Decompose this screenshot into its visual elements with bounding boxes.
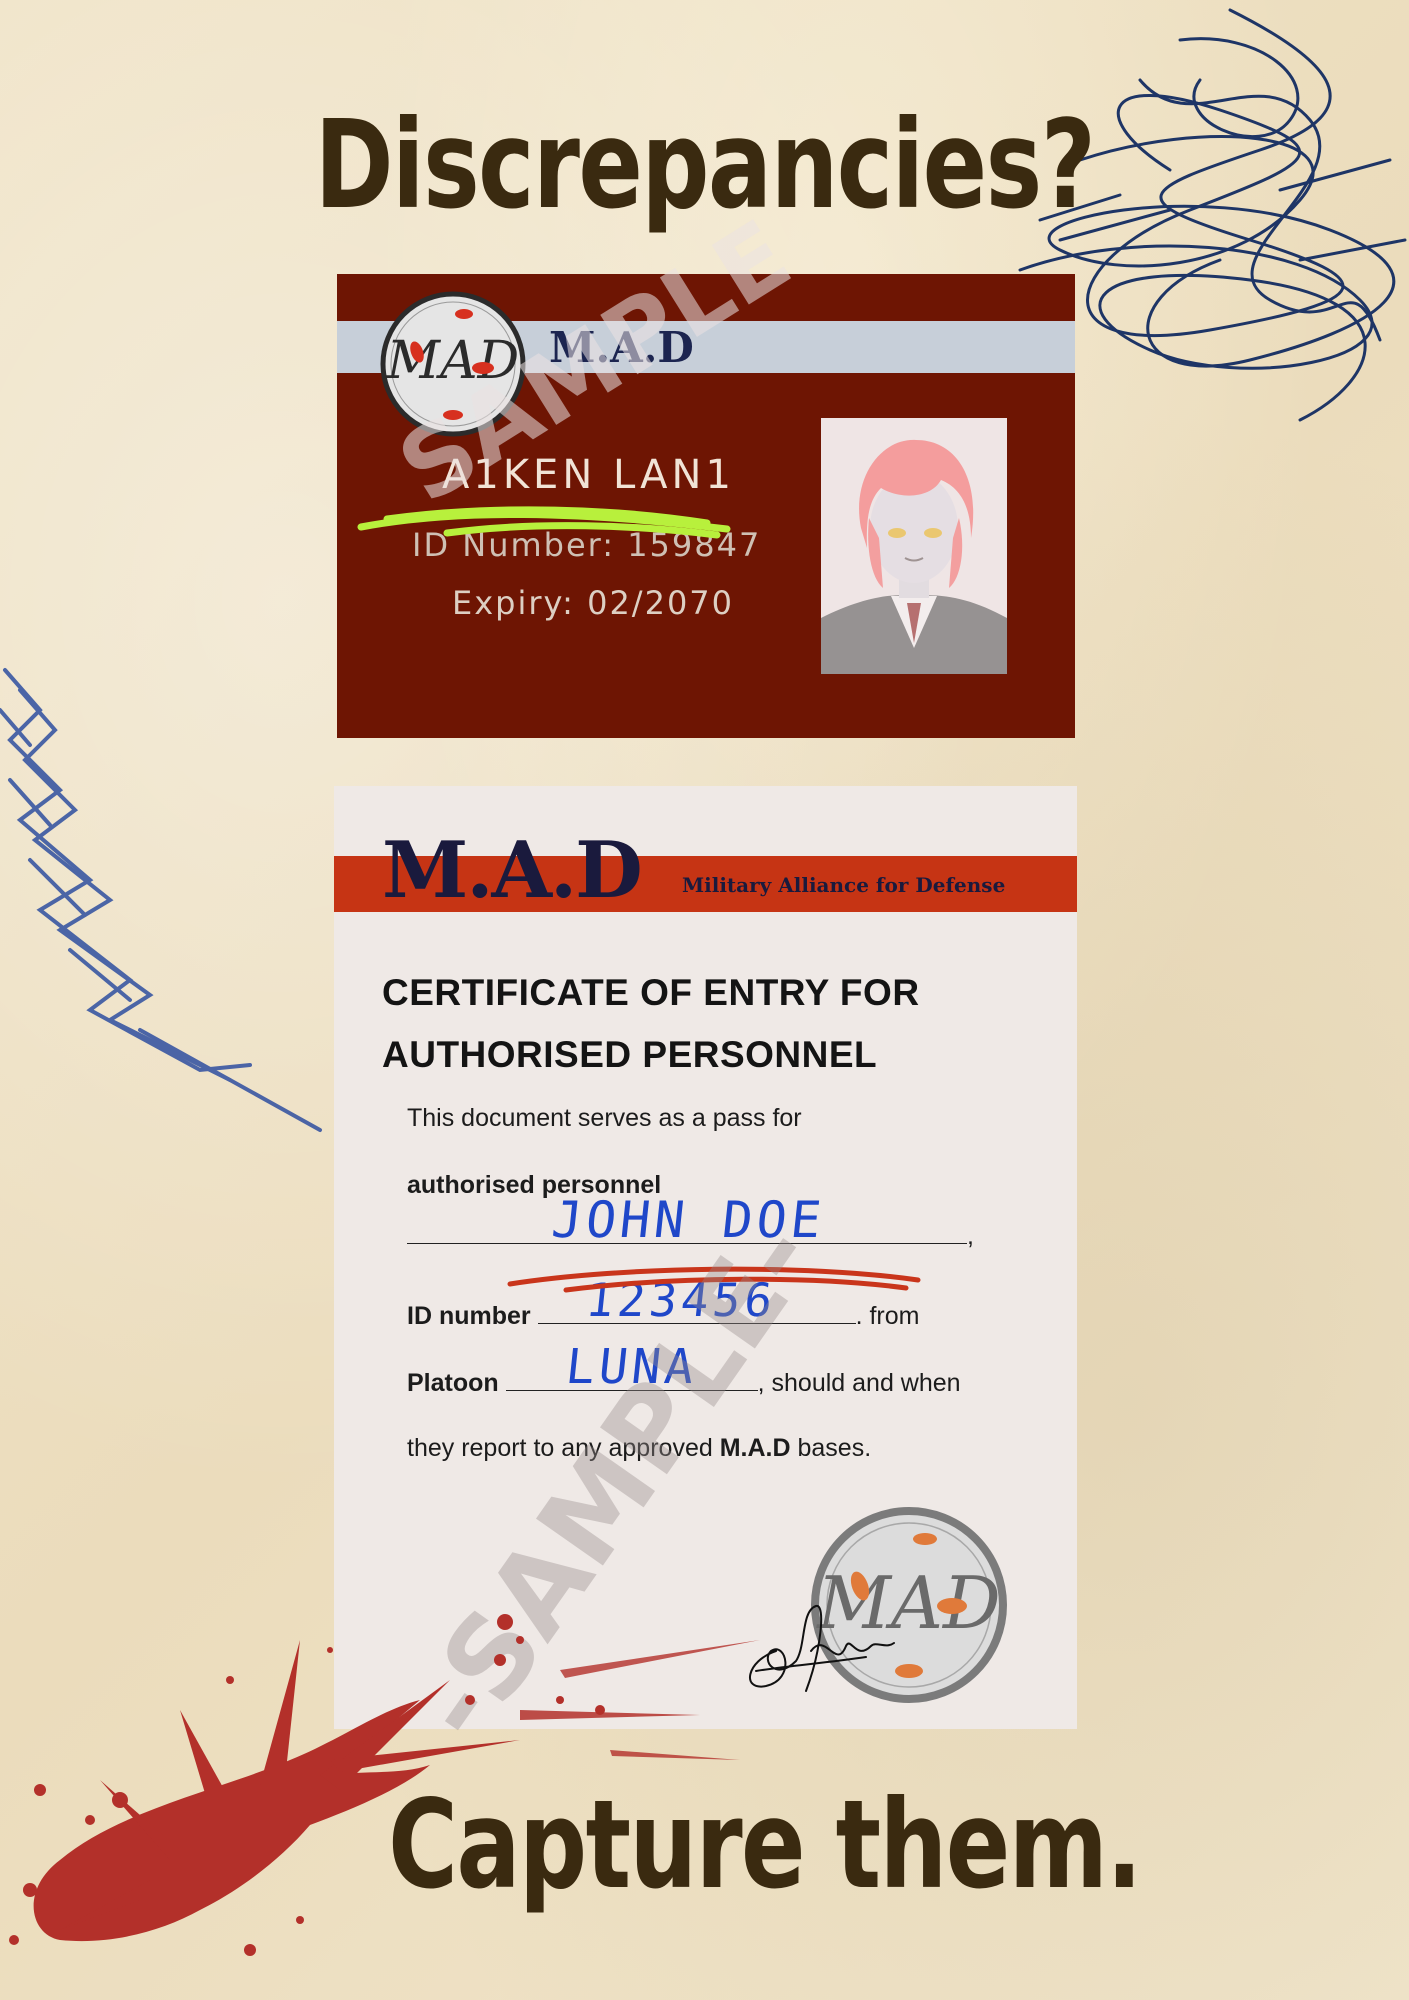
id-card-name: A1KEN LAN1 [442,452,735,498]
portrait-icon [821,418,1007,674]
scribble-left-icon [0,668,322,1132]
id-card-brand: M.A.D [549,323,694,372]
id-card-photo [821,418,1007,674]
id-card: M.A.D MAD A1KEN LAN1 ID Number: 159847 E… [337,274,1075,738]
highlighter-strike-icon [357,506,731,539]
certificate-brand: M.A.D [382,825,643,916]
should-text: , should and when [757,1369,961,1397]
certificate-brand-full: Military Alliance for Defense [682,873,1006,897]
certificate-report-line: they report to any approved M.A.D bases. [407,1434,871,1463]
id-card-expiry: Expiry: 02/2070 [452,584,735,622]
mad-logo-icon: MAD [380,291,526,437]
report-prefix: they report to any approved [407,1434,720,1462]
headline-top: Discrepancies? [314,94,1096,236]
red-strike-icon [507,1266,921,1293]
certificate-title: CERTIFICATE OF ENTRY FOR AUTHORISED PERS… [382,972,920,1075]
report-suffix: bases. [790,1434,872,1462]
name-comma: , [967,1222,974,1250]
report-brand: M.A.D [719,1434,791,1462]
headline-bottom: Capture them. [388,1774,1142,1916]
handwritten-name: JOHN DOE [548,1191,828,1249]
platoon-label: Platoon [407,1369,499,1397]
mad-logo-text: MAD [386,331,520,391]
handwritten-platoon: LUNA [563,1339,701,1395]
certificate-intro: This document serves as a pass for [407,1104,802,1132]
